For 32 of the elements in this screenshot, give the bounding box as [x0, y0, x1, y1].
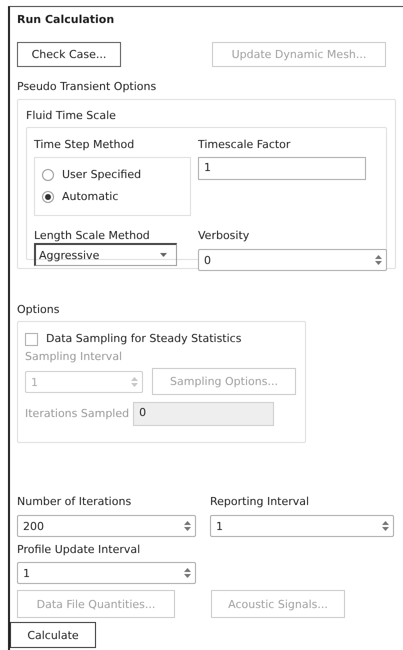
calculate-button[interactable]: Calculate — [10, 622, 96, 648]
spinner-arrows-icon[interactable] — [183, 519, 192, 533]
spin-field[interactable]: 0 — [198, 249, 387, 271]
field-label: Iterations Sampled — [25, 407, 130, 421]
radio-button[interactable] — [42, 169, 54, 181]
input-field[interactable]: 1 — [198, 157, 366, 180]
field-label: Profile Update Interval — [17, 543, 142, 557]
spin-field[interactable]: 1 — [210, 515, 394, 537]
spinner-arrows-icon[interactable] — [374, 253, 383, 267]
radio-label: User Specified — [62, 168, 142, 182]
spin-field[interactable]: 1 — [17, 562, 196, 584]
dropdown[interactable]: Aggressive — [34, 243, 177, 266]
section-label: Options — [17, 303, 60, 317]
group-label: Fluid Time Scale — [26, 109, 117, 123]
caret-icon — [159, 252, 168, 258]
field-label: Sampling Interval — [25, 350, 124, 364]
radio-button[interactable] — [42, 191, 54, 203]
field-label: Timescale Factor — [198, 138, 292, 152]
spin-field[interactable]: 200 — [17, 515, 196, 537]
checkbox[interactable] — [25, 332, 38, 346]
field-label: Reporting Interval — [210, 495, 310, 509]
field-label: Number of Iterations — [17, 495, 132, 509]
push-button[interactable]: Check Case... — [17, 42, 121, 67]
field-label: Length Scale Method — [34, 229, 151, 243]
radio-label: Automatic — [62, 190, 118, 204]
field-label: Time Step Method — [34, 138, 136, 152]
field-label: Verbosity — [198, 229, 250, 243]
panel-title: Run Calculation — [17, 13, 116, 28]
section-label: Pseudo Transient Options — [17, 80, 158, 94]
spinner-arrows-icon[interactable] — [183, 566, 192, 580]
checkbox-label: Data Sampling for Steady Statistics — [46, 332, 242, 346]
spinner-arrows-icon[interactable] — [381, 519, 390, 533]
